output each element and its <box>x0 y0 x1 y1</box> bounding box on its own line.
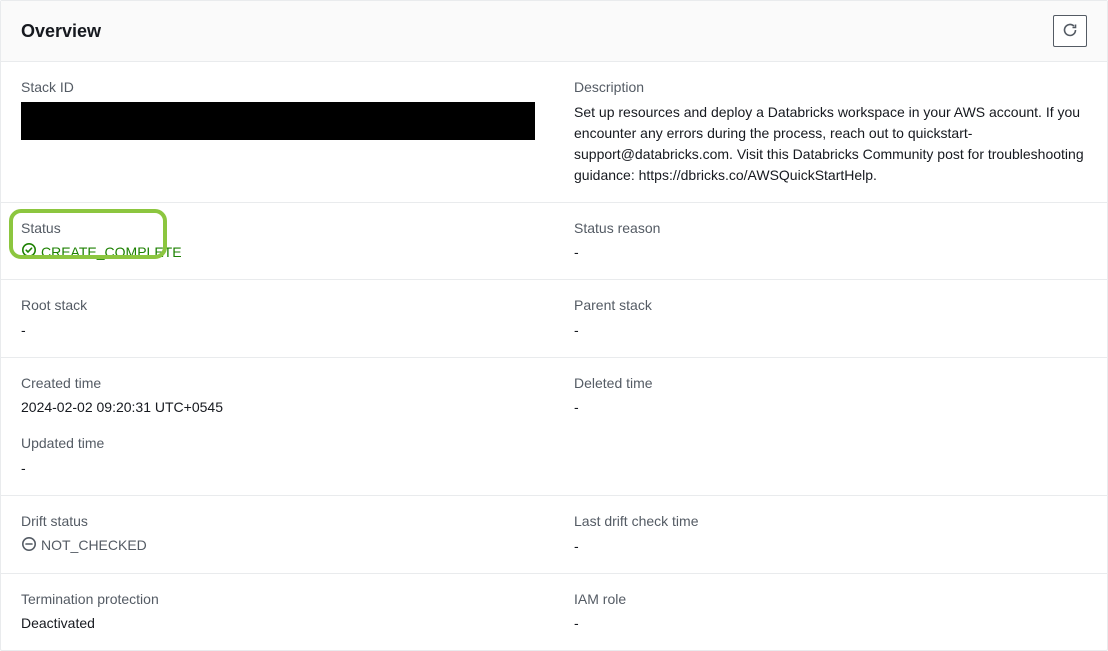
check-circle-icon <box>21 242 37 261</box>
stack-id-cell: Stack ID <box>1 62 554 202</box>
drift-status-value: NOT_CHECKED <box>41 537 147 553</box>
minus-circle-icon <box>21 536 37 555</box>
drift-status-cell: Drift status NOT_CHECKED <box>1 496 554 573</box>
status-value: CREATE_COMPLETE <box>41 244 182 260</box>
row-termination-iam: Termination protection Deactivated IAM r… <box>1 574 1107 651</box>
drift-status-line: NOT_CHECKED <box>21 536 147 555</box>
drift-status-label: Drift status <box>21 512 534 532</box>
last-drift-check-value: - <box>574 536 1087 557</box>
stack-id-redacted <box>21 102 535 140</box>
termination-protection-value: Deactivated <box>21 613 534 634</box>
status-label: Status <box>21 219 534 239</box>
root-stack-value: - <box>21 320 534 341</box>
parent-stack-label: Parent stack <box>574 296 1087 316</box>
iam-role-value: - <box>574 613 1087 634</box>
status-value-line: CREATE_COMPLETE <box>21 242 182 261</box>
status-cell: Status CREATE_COMPLETE <box>1 203 554 280</box>
termination-protection-label: Termination protection <box>21 590 534 610</box>
termination-protection-cell: Termination protection Deactivated <box>1 574 554 651</box>
description-label: Description <box>574 78 1087 98</box>
refresh-button[interactable] <box>1053 15 1087 47</box>
deleted-time-value: - <box>574 397 1087 418</box>
status-reason-cell: Status reason - <box>554 203 1107 280</box>
updated-time-value: - <box>21 458 534 479</box>
created-time-value: 2024-02-02 09:20:31 UTC+0545 <box>21 397 534 418</box>
row-stackid-description: Stack ID Description Set up resources an… <box>1 62 1107 203</box>
stack-id-label: Stack ID <box>21 78 534 98</box>
deleted-time-cell: Deleted time - <box>554 358 1107 495</box>
row-drift: Drift status NOT_CHECKED Last drift chec… <box>1 496 1107 574</box>
page-title: Overview <box>21 21 101 42</box>
root-stack-label: Root stack <box>21 296 534 316</box>
iam-role-cell: IAM role - <box>554 574 1107 651</box>
refresh-icon <box>1062 22 1078 41</box>
description-value: Set up resources and deploy a Databricks… <box>574 102 1087 186</box>
row-status: Status CREATE_COMPLETE Status reason - <box>1 203 1107 281</box>
panel-header: Overview <box>1 1 1107 62</box>
parent-stack-cell: Parent stack - <box>554 280 1107 357</box>
row-root-parent: Root stack - Parent stack - <box>1 280 1107 358</box>
panel-body: Stack ID Description Set up resources an… <box>1 62 1107 650</box>
iam-role-label: IAM role <box>574 590 1087 610</box>
created-time-label: Created time <box>21 374 534 394</box>
created-updated-cell: Created time 2024-02-02 09:20:31 UTC+054… <box>1 358 554 495</box>
root-stack-cell: Root stack - <box>1 280 554 357</box>
description-cell: Description Set up resources and deploy … <box>554 62 1107 202</box>
status-reason-label: Status reason <box>574 219 1087 239</box>
updated-time-label: Updated time <box>21 434 534 454</box>
row-times: Created time 2024-02-02 09:20:31 UTC+054… <box>1 358 1107 496</box>
last-drift-check-cell: Last drift check time - <box>554 496 1107 573</box>
overview-panel: Overview Stack ID Description Set up res… <box>0 0 1108 651</box>
parent-stack-value: - <box>574 320 1087 341</box>
status-reason-value: - <box>574 242 1087 263</box>
deleted-time-label: Deleted time <box>574 374 1087 394</box>
last-drift-check-label: Last drift check time <box>574 512 1087 532</box>
